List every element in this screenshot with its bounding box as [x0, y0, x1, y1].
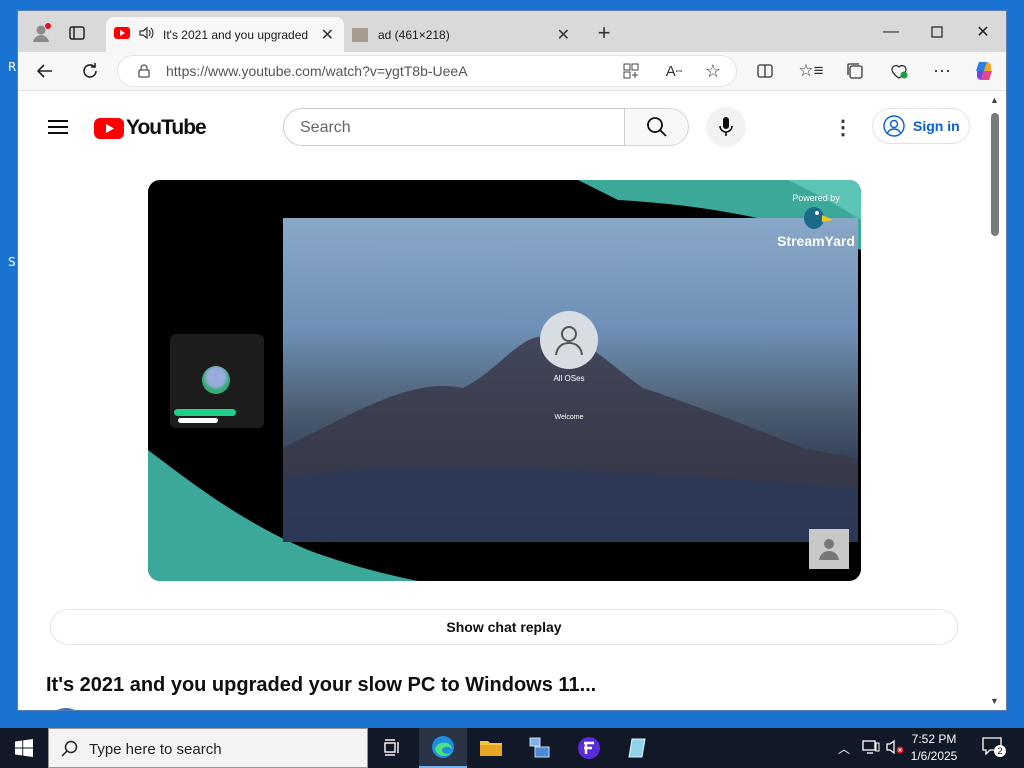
image-favicon-icon — [352, 27, 368, 42]
search-icon — [646, 117, 667, 137]
more-options-icon[interactable]: ⋯ — [931, 60, 953, 82]
show-hidden-icons-icon[interactable]: ︿ — [838, 740, 850, 757]
task-view-icon — [384, 739, 399, 756]
voice-search-button[interactable] — [706, 107, 746, 147]
tab-actions-icon[interactable] — [66, 23, 88, 43]
volume-muted-icon[interactable] — [886, 739, 904, 760]
network-app-icon — [529, 737, 550, 758]
collections-icon[interactable] — [844, 60, 866, 82]
sign-in-label: Sign in — [913, 118, 960, 134]
new-tab-icon[interactable]: + — [592, 20, 616, 45]
page-scrollbar[interactable]: ▲ ▼ — [986, 91, 1006, 710]
profile-icon[interactable] — [28, 21, 54, 45]
lock-screen-user: All OSes — [553, 374, 585, 383]
title-bar: It's 2021 and you upgraded your slow PC … — [18, 11, 1006, 52]
search-input[interactable]: Search — [283, 108, 625, 146]
url-text: https://www.youtube.com/watch?v=ygtT8b-U… — [166, 63, 468, 79]
watermark-brand: StreamYard — [777, 233, 855, 249]
tab-youtube[interactable]: It's 2021 and you upgraded your slow PC … — [106, 17, 344, 52]
menu-icon[interactable] — [48, 117, 68, 137]
back-icon[interactable] — [34, 60, 56, 82]
search-icon — [61, 740, 78, 757]
taskbar-app-purple[interactable] — [565, 728, 613, 768]
search-button[interactable] — [625, 108, 689, 146]
tab-ad[interactable]: ad (461×218) ✕ — [344, 17, 580, 52]
youtube-favicon-icon — [114, 27, 130, 42]
desktop-icon-label: S — [8, 255, 16, 269]
app-available-icon[interactable] — [622, 62, 640, 80]
lock-icon[interactable] — [136, 62, 152, 80]
tab-title: It's 2021 and you upgraded your slow PC … — [163, 27, 311, 42]
search-placeholder: Search — [300, 119, 351, 136]
start-button[interactable] — [0, 728, 48, 768]
purple-app-icon — [578, 737, 600, 759]
camera-tile — [170, 334, 264, 428]
task-view-button[interactable] — [368, 728, 416, 768]
user-avatar-icon — [540, 311, 598, 369]
taskbar-app-cube[interactable] — [614, 728, 662, 768]
address-bar[interactable]: https://www.youtube.com/watch?v=ygtT8b-U… — [118, 56, 736, 86]
participant-avatar-icon — [809, 529, 849, 569]
scroll-down-icon[interactable]: ▼ — [990, 696, 999, 706]
scrollbar-thumb[interactable] — [991, 113, 999, 236]
system-clock[interactable]: 7:52 PM 1/6/2025 — [904, 731, 964, 765]
streamyard-watermark: Powered by StreamYard — [776, 193, 856, 249]
taskbar-edge[interactable] — [419, 728, 467, 768]
sub-tag — [178, 418, 218, 423]
tab-title: ad (461×218) — [378, 27, 450, 42]
address-toolbar: https://www.youtube.com/watch?v=ygtT8b-U… — [18, 52, 1006, 91]
read-aloud-icon[interactable]: Aꟷ — [664, 61, 684, 81]
clock-time: 7:52 PM — [911, 732, 957, 746]
taskbar-search-placeholder: Type here to search — [89, 741, 222, 758]
taskbar: Type here to search ︿ 7:52 PM 1/6/2025 2 — [0, 728, 1024, 768]
microphone-icon — [719, 117, 733, 136]
refresh-icon[interactable] — [79, 60, 101, 82]
youtube-logo-text: YouTube — [126, 116, 207, 139]
youtube-page: YouTube Search ⋮ Sign in All OSes Welcom… — [18, 91, 986, 710]
name-tag — [174, 409, 236, 416]
windows-logo-icon — [15, 739, 33, 757]
close-window-icon[interactable]: ✕ — [960, 11, 1006, 52]
folder-icon — [480, 741, 502, 756]
youtube-logo[interactable]: YouTube — [94, 116, 207, 140]
show-chat-replay-label: Show chat replay — [446, 619, 562, 635]
minimize-icon[interactable]: — — [868, 11, 914, 52]
settings-kebab-icon[interactable]: ⋮ — [833, 117, 853, 139]
video-player[interactable]: All OSes Welcome Powered by StreamYard — [148, 180, 861, 581]
speaker-icon[interactable] — [138, 25, 154, 44]
browser-window: It's 2021 and you upgraded your slow PC … — [18, 11, 1006, 710]
cube-app-icon — [628, 738, 646, 758]
split-screen-icon[interactable] — [755, 61, 775, 81]
notification-count: 2 — [994, 745, 1006, 757]
desktop-icon-label: R — [8, 60, 17, 74]
maximize-icon[interactable] — [914, 11, 960, 52]
browser-essentials-icon[interactable] — [888, 60, 910, 82]
favorite-star-icon[interactable]: ☆ — [703, 61, 723, 81]
favorites-icon[interactable]: ☆≡ — [798, 60, 823, 82]
close-tab-icon[interactable]: ✕ — [321, 25, 334, 45]
show-chat-replay-button[interactable]: Show chat replay — [50, 609, 958, 645]
channel-avatar[interactable] — [46, 708, 86, 710]
notifications-button[interactable]: 2 — [982, 737, 1006, 757]
streamyard-bird-icon — [804, 207, 833, 229]
youtube-logo-icon — [94, 117, 124, 139]
network-status-icon[interactable] — [862, 739, 880, 760]
taskbar-search-box[interactable]: Type here to search — [48, 728, 368, 768]
sign-in-button[interactable]: Sign in — [872, 108, 970, 144]
edge-icon — [432, 736, 454, 758]
taskbar-file-explorer[interactable] — [467, 728, 515, 768]
scroll-up-icon[interactable]: ▲ — [990, 95, 999, 105]
clock-date: 1/6/2025 — [910, 749, 958, 763]
watermark-powered-by: Powered by — [792, 193, 840, 203]
video-screen-content: All OSes Welcome — [283, 218, 858, 542]
os-logo-icon — [202, 366, 230, 394]
lock-screen-status: Welcome — [554, 414, 584, 421]
close-tab-icon[interactable]: ✕ — [557, 25, 570, 45]
copilot-icon[interactable] — [972, 59, 996, 83]
taskbar-app-network[interactable] — [515, 728, 563, 768]
video-title: It's 2021 and you upgraded your slow PC … — [46, 674, 597, 696]
account-icon — [883, 115, 905, 137]
